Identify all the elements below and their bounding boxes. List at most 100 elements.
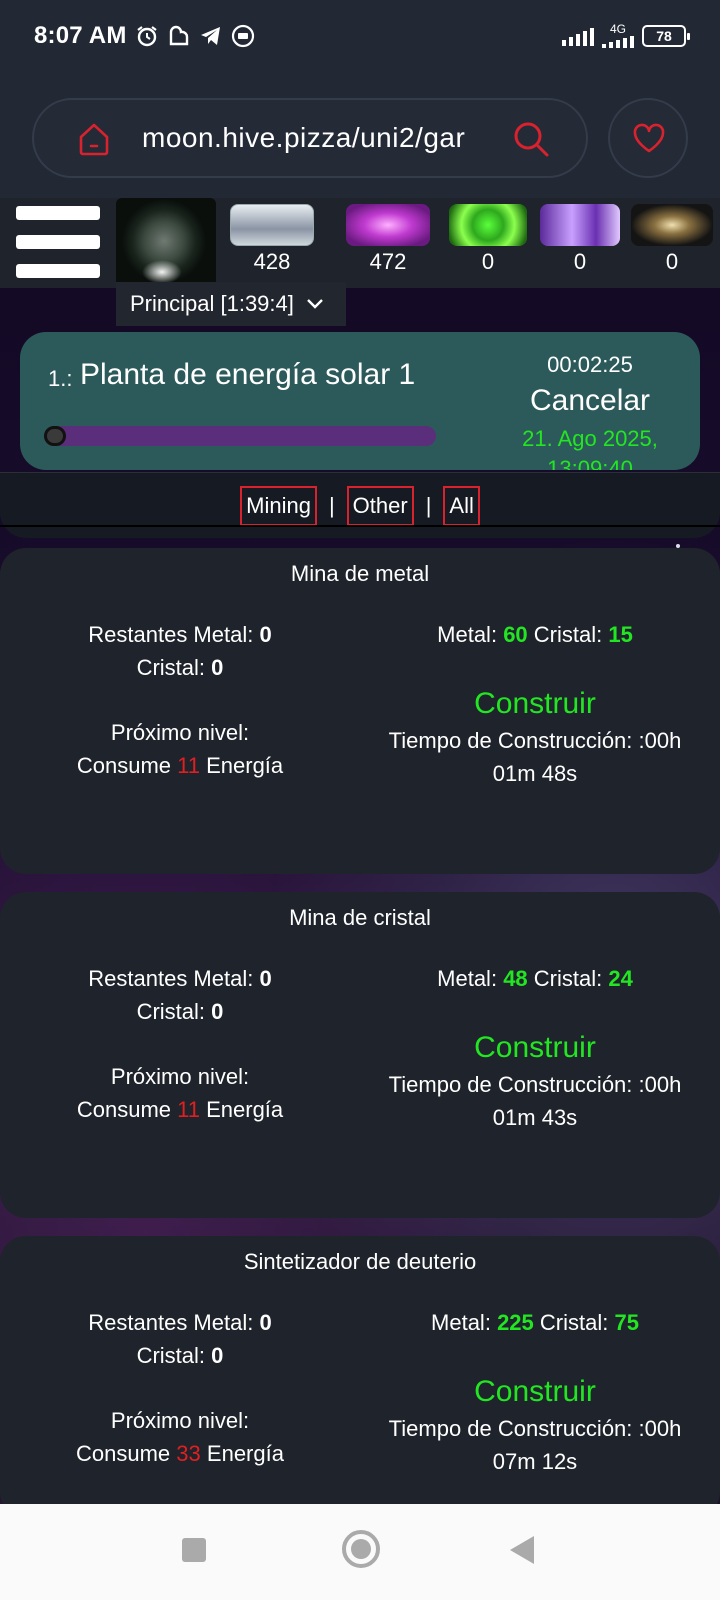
queue-finish-date: 21. Ago 2025, 13:09:40 xyxy=(522,426,658,470)
battery-icon: 78 xyxy=(642,25,690,47)
home-icon[interactable] xyxy=(78,122,110,156)
planet-selector[interactable]: Principal [1:39:4] xyxy=(116,282,346,326)
planet-image[interactable] xyxy=(116,198,216,288)
build-queue-card: 1.: Planta de energía solar 1 00:02:25 C… xyxy=(20,332,700,470)
hamburger-menu-icon[interactable] xyxy=(16,206,100,280)
address-bar[interactable]: moon.hive.pizza/uni2/gar xyxy=(32,98,588,178)
chevron-down-icon xyxy=(307,299,323,309)
consume-label: Consume xyxy=(76,753,171,778)
build-time-value: 01m 48s xyxy=(492,761,578,786)
home-button[interactable] xyxy=(342,1530,380,1568)
cost-metal-label: Metal: xyxy=(437,966,498,991)
cost-crystal-value: 24 xyxy=(608,966,633,991)
filter-other-button[interactable]: Other xyxy=(346,485,414,526)
cost-metal-label: Metal: xyxy=(437,622,498,647)
resource-value: 0 xyxy=(573,249,587,274)
building-actions: Construir Tiempo de Construcción: :00h 0… xyxy=(370,1028,700,1134)
recents-button[interactable] xyxy=(182,1538,206,1562)
filter-separator: | xyxy=(328,492,335,518)
building-card: Restantes Metal: 0 Cristal: 0 Próximo ni… xyxy=(0,1288,720,1504)
battery-level: 78 xyxy=(656,28,672,44)
back-button[interactable] xyxy=(510,1536,534,1564)
building-card: Restantes Metal: 0 Cristal: 0 Próximo ni… xyxy=(0,600,720,874)
resource-bar: 428 472 0 0 0 xyxy=(0,198,720,288)
resource-value: 0 xyxy=(665,249,679,274)
remaining-metal-label: Restantes Metal: xyxy=(88,1310,254,1335)
remaining-metal-value: 0 xyxy=(259,1310,272,1335)
remaining-metal-value: 0 xyxy=(259,966,272,991)
cost-crystal-label: Cristal: xyxy=(539,1310,609,1335)
resource-value: 472 xyxy=(369,249,407,274)
consume-label: Consume xyxy=(76,1441,171,1466)
planet-selector-value: Principal [1:39:4] xyxy=(130,291,294,316)
cost-crystal-label: Cristal: xyxy=(533,622,603,647)
filter-mining-button[interactable]: Mining xyxy=(240,485,317,526)
resource-value: 428 xyxy=(253,249,291,274)
next-level-label: Próximo nivel: xyxy=(110,1408,250,1433)
queue-progress-bar xyxy=(44,426,436,446)
remaining-metal-value: 0 xyxy=(259,622,272,647)
filter-separator: | xyxy=(425,492,432,518)
cost-metal-value: 60 xyxy=(503,622,528,647)
resource-dark-matter[interactable]: 0 xyxy=(630,204,714,275)
building-cost: Metal: 60 Cristal: 15 xyxy=(370,618,700,651)
resource-deuterium[interactable]: 0 xyxy=(446,204,530,275)
system-nav-bar xyxy=(0,1504,720,1600)
resource-value: 0 xyxy=(481,249,495,274)
remaining-crystal-value: 0 xyxy=(211,655,224,680)
building-remaining: Restantes Metal: 0 Cristal: 0 xyxy=(30,618,330,684)
build-time-label: Tiempo de Construcción: :00h xyxy=(388,1416,682,1441)
network-type: 4G xyxy=(609,22,626,36)
consume-label: Consume xyxy=(76,1097,171,1122)
cost-metal-label: Metal: xyxy=(431,1310,491,1335)
building-actions: Construir Tiempo de Construcción: :00h 0… xyxy=(370,1372,700,1478)
building-card: Restantes Metal: 0 Cristal: 0 Próximo ni… xyxy=(0,944,720,1218)
cancel-button[interactable]: Cancelar xyxy=(500,384,680,418)
remaining-crystal-value: 0 xyxy=(211,999,224,1024)
dark-matter-icon xyxy=(631,204,713,246)
remaining-crystal-label: Cristal: xyxy=(136,655,206,680)
resource-metal[interactable]: 428 xyxy=(230,204,314,275)
status-notification-icons xyxy=(135,24,255,48)
next-level-label: Próximo nivel: xyxy=(110,1064,250,1089)
signal-icon xyxy=(562,26,594,46)
energy-value: 11 xyxy=(177,753,200,778)
app-icon xyxy=(169,25,188,46)
build-button[interactable]: Construir xyxy=(370,684,700,724)
heart-icon xyxy=(633,123,665,153)
signal-icon xyxy=(602,34,634,48)
cost-metal-value: 225 xyxy=(497,1310,534,1335)
url-text[interactable]: moon.hive.pizza/uni2/gar xyxy=(142,122,465,154)
build-button[interactable]: Construir xyxy=(370,1028,700,1068)
telegram-icon xyxy=(200,27,220,45)
building-title: Mina de metal xyxy=(0,548,720,600)
cost-metal-value: 48 xyxy=(503,966,528,991)
status-bar: 8:07 AM 4G 78 xyxy=(0,0,720,72)
building-next-level: Próximo nivel: Consume 33 Energía xyxy=(30,1404,330,1470)
remaining-metal-label: Restantes Metal: xyxy=(88,966,254,991)
metal-icon xyxy=(230,204,314,246)
building-remaining: Restantes Metal: 0 Cristal: 0 xyxy=(30,1306,330,1372)
energy-icon xyxy=(540,204,620,246)
remaining-crystal-value: 0 xyxy=(211,1343,224,1368)
build-button[interactable]: Construir xyxy=(370,1372,700,1412)
remaining-crystal-label: Cristal: xyxy=(136,999,206,1024)
build-time-label: Tiempo de Construcción: :00h xyxy=(388,728,682,753)
energy-label: Energía xyxy=(206,1097,284,1122)
favorite-button[interactable] xyxy=(608,98,688,178)
energy-value: 11 xyxy=(177,1097,200,1122)
filter-bar: Mining | Other | All xyxy=(0,472,720,538)
filter-all-button[interactable]: All xyxy=(443,485,480,526)
build-time-value: 01m 43s xyxy=(492,1105,578,1130)
queue-progress-fill xyxy=(44,426,66,446)
energy-label: Energía xyxy=(206,753,284,778)
cost-crystal-value: 75 xyxy=(614,1310,639,1335)
cost-crystal-value: 15 xyxy=(608,622,633,647)
resource-energy[interactable]: 0 xyxy=(538,204,622,275)
search-icon[interactable] xyxy=(512,120,550,158)
deuterium-icon xyxy=(449,204,527,246)
build-time-value: 07m 12s xyxy=(492,1449,578,1474)
resource-crystal[interactable]: 472 xyxy=(346,204,430,275)
remaining-metal-label: Restantes Metal: xyxy=(88,622,254,647)
status-system-icons: 4G 78 xyxy=(562,22,690,48)
